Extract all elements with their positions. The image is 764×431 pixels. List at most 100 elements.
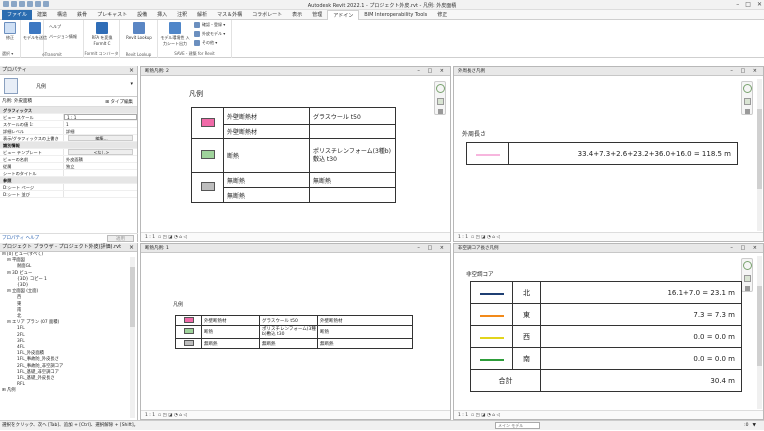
property-edit-button[interactable]: <なし> [68, 149, 133, 155]
ribbon-tab[interactable]: 管理 [307, 10, 327, 20]
maximize-icon[interactable]: □ [745, 1, 751, 8]
browser-scrollbar[interactable] [130, 257, 135, 418]
direction-line-swatch [479, 314, 504, 317]
property-value [64, 184, 137, 190]
steering-wheel-icon[interactable] [436, 84, 445, 93]
view-core-length-legend[interactable]: 非空調コア長さ凡例 – □ × 非空調コア 北 16.1+7.0 = 23.1 m東… [453, 243, 764, 420]
ribbon-tab[interactable]: コラボレート [247, 10, 287, 20]
ribbon-tab[interactable]: マス＆外構 [212, 10, 247, 20]
browser-tree-item[interactable]: ⊞ 凡例 [2, 388, 137, 394]
zoom-icon[interactable] [744, 98, 751, 105]
browser-item-label: 東 [17, 301, 22, 307]
view-scrollbar[interactable] [757, 79, 762, 231]
browser-item-label: 1FL_基礎_非空調コア [17, 369, 59, 375]
legend-cell: 無断熱 [201, 338, 260, 349]
property-row: D:シート 並び [0, 191, 137, 198]
help-button[interactable]: ヘルプ [49, 24, 61, 30]
close-icon[interactable]: ✕ [757, 1, 762, 8]
other-dropdown[interactable]: その他 ▾ [194, 40, 217, 46]
rfa-formit-button[interactable]: RFA を変換 FormIt C [88, 22, 116, 46]
view-insulation-legend-2[interactable]: 断熱凡例: 2– □ × 凡例 外壁断熱材 グラスウール t50 外壁断熱材 断熱… [140, 66, 451, 242]
apply-button[interactable]: 適用 [107, 235, 134, 242]
version-button[interactable]: バージョン情報 [49, 34, 77, 40]
direction-formula: 16.1+7.0 = 23.1 m [540, 281, 742, 304]
direction-formula: 0.0 = 0.0 m [540, 347, 742, 370]
navigation-bar[interactable] [741, 81, 753, 115]
property-category[interactable]: 参照 [0, 177, 137, 184]
direction-formula: 0.0 = 0.0 m [540, 325, 742, 348]
etransmit-model-button[interactable]: モデルを送信 [23, 22, 47, 41]
view-perimeter-legend[interactable]: 外周長さ凡例 – □ × 外周長さ 33.4+7.3+2.6+23.2+36.0+… [453, 66, 764, 242]
properties-help-link[interactable]: プロパティ ヘルプ [2, 236, 39, 241]
steering-wheel-icon[interactable] [743, 84, 752, 93]
edit-type-button[interactable]: ⊞ タイプ編集 [105, 98, 133, 108]
ribbon-tab[interactable]: 設備 [132, 10, 152, 20]
property-value[interactable]: 1 : 1 [64, 114, 137, 120]
ribbon-tab[interactable]: 建築 [32, 10, 52, 20]
close-icon[interactable]: × [129, 66, 134, 75]
property-category[interactable]: グラフィックス [0, 107, 137, 114]
ribbon-tab[interactable]: 鉄骨 [72, 10, 92, 20]
property-category[interactable]: 識別情報 [0, 142, 137, 149]
type-selector[interactable]: 凡例 ▾ [0, 75, 137, 97]
model-env-button[interactable]: モデル環境性 入力シート出力 [160, 22, 190, 47]
ribbon-tab[interactable]: プレキャスト [92, 10, 132, 20]
navigation-bar[interactable] [741, 258, 753, 292]
ribbon-tabs: ファイル 建築 構造 鉄骨 プレキャスト 設備 挿入 注釈 解析 マス＆外構 コラボレート 表示 管理ア… [0, 9, 764, 20]
confirm-register-dropdown[interactable]: 確認・登録 ▾ [194, 22, 225, 28]
color-swatch [200, 182, 215, 191]
browser-item-label: 1FL [17, 326, 25, 332]
nav-menu-icon[interactable] [438, 109, 443, 114]
view-control-bar[interactable]: 1 : 1 ▫ ◳ ◪ ◔ ⌂ ◁ [141, 232, 450, 241]
view-tab[interactable]: 断熱凡例: 2– □ × [141, 67, 450, 76]
close-icon[interactable]: × [129, 243, 134, 252]
core-row: 西 0.0 = 0.0 m [470, 325, 742, 348]
property-row: シートのタイトル [0, 170, 137, 177]
modify-button[interactable]: 修正 [2, 22, 18, 41]
steering-wheel-icon[interactable] [743, 261, 752, 270]
minimize-icon[interactable]: – [736, 1, 739, 8]
ribbon-tab[interactable]: 修正 [432, 10, 452, 20]
revit-lookup-button[interactable]: Revit Lookup [124, 22, 154, 40]
view-tab[interactable]: 外周長さ凡例 – □ × [454, 67, 763, 76]
view-control-bar[interactable]: 1 : 1 ▫ ◳ ◪ ◔ ⌂ ◁ [454, 410, 763, 419]
view-control-bar[interactable]: 1 : 1 ▫ ◳ ◪ ◔ ⌂ ◁ [141, 410, 450, 419]
view-insulation-legend-1[interactable]: 断熱凡例: 1– □ × 凡例 外壁断熱材 グラスウール t50 外壁断熱材 断熱ポ… [140, 243, 451, 420]
chevron-down-icon[interactable]: ▾ [130, 81, 133, 87]
ribbon-tab[interactable]: 構造 [52, 10, 72, 20]
model-selector[interactable]: メイン モデル [495, 422, 540, 429]
ribbon-tab[interactable]: 解析 [192, 10, 212, 20]
legend-cell: 無断熱 [317, 338, 413, 349]
legend-cell: グラスウール t50 [309, 107, 396, 125]
view-tab[interactable]: 非空調コア長さ凡例 – □ × [454, 244, 763, 253]
browser-item-label: 3FL [17, 338, 25, 344]
perimeter-label: 外周長さ [462, 131, 487, 138]
view-tab[interactable]: 断熱凡例: 1– □ × [141, 244, 450, 253]
ribbon-tab[interactable]: ファイル [2, 9, 33, 20]
nav-menu-icon[interactable] [745, 286, 750, 291]
instance-filter[interactable]: 凡例: 外皮面積 ⊞ タイプ編集 [0, 97, 137, 107]
view-control-bar[interactable]: 1 : 1 ▫ ◳ ◪ ◔ ⌂ ◁ [454, 232, 763, 241]
modify-cursor-icon [4, 22, 16, 34]
property-grid: グラフィックス ビュー スケール 1 : 1 スケールの値 1: 1 詳細レベル 詳細 表示/… [0, 107, 137, 198]
property-edit-button[interactable]: 編集... [68, 135, 133, 141]
ribbon-tab[interactable]: アドイン [327, 9, 360, 20]
envelope-model-dropdown[interactable]: 外皮モデル ▾ [194, 31, 225, 37]
ribbon-tab[interactable]: 表示 [287, 10, 307, 20]
perimeter-line-swatch [475, 153, 500, 156]
zoom-icon[interactable] [437, 98, 444, 105]
core-label: 非空調コア [466, 272, 494, 278]
view-scrollbar[interactable] [757, 256, 762, 409]
ribbon-tab[interactable]: 挿入 [152, 10, 172, 20]
legend-cell: 断熱 [223, 138, 310, 173]
legend-cell: 外壁断熱材 [223, 124, 310, 139]
legend-cell: 外壁断熱材 [317, 315, 413, 326]
nav-menu-icon[interactable] [745, 109, 750, 114]
navigation-bar[interactable] [434, 81, 446, 115]
ribbon-tab[interactable]: 注釈 [172, 10, 192, 20]
zoom-icon[interactable] [744, 275, 751, 282]
property-row: 表示/グラフィックスの上書き 編集... [0, 135, 137, 142]
ribbon-tab[interactable]: BIM Interoperability Tools [359, 10, 432, 20]
properties-header: プロパティ × [0, 66, 137, 75]
property-key: 表示/グラフィックスの上書き [0, 135, 64, 141]
